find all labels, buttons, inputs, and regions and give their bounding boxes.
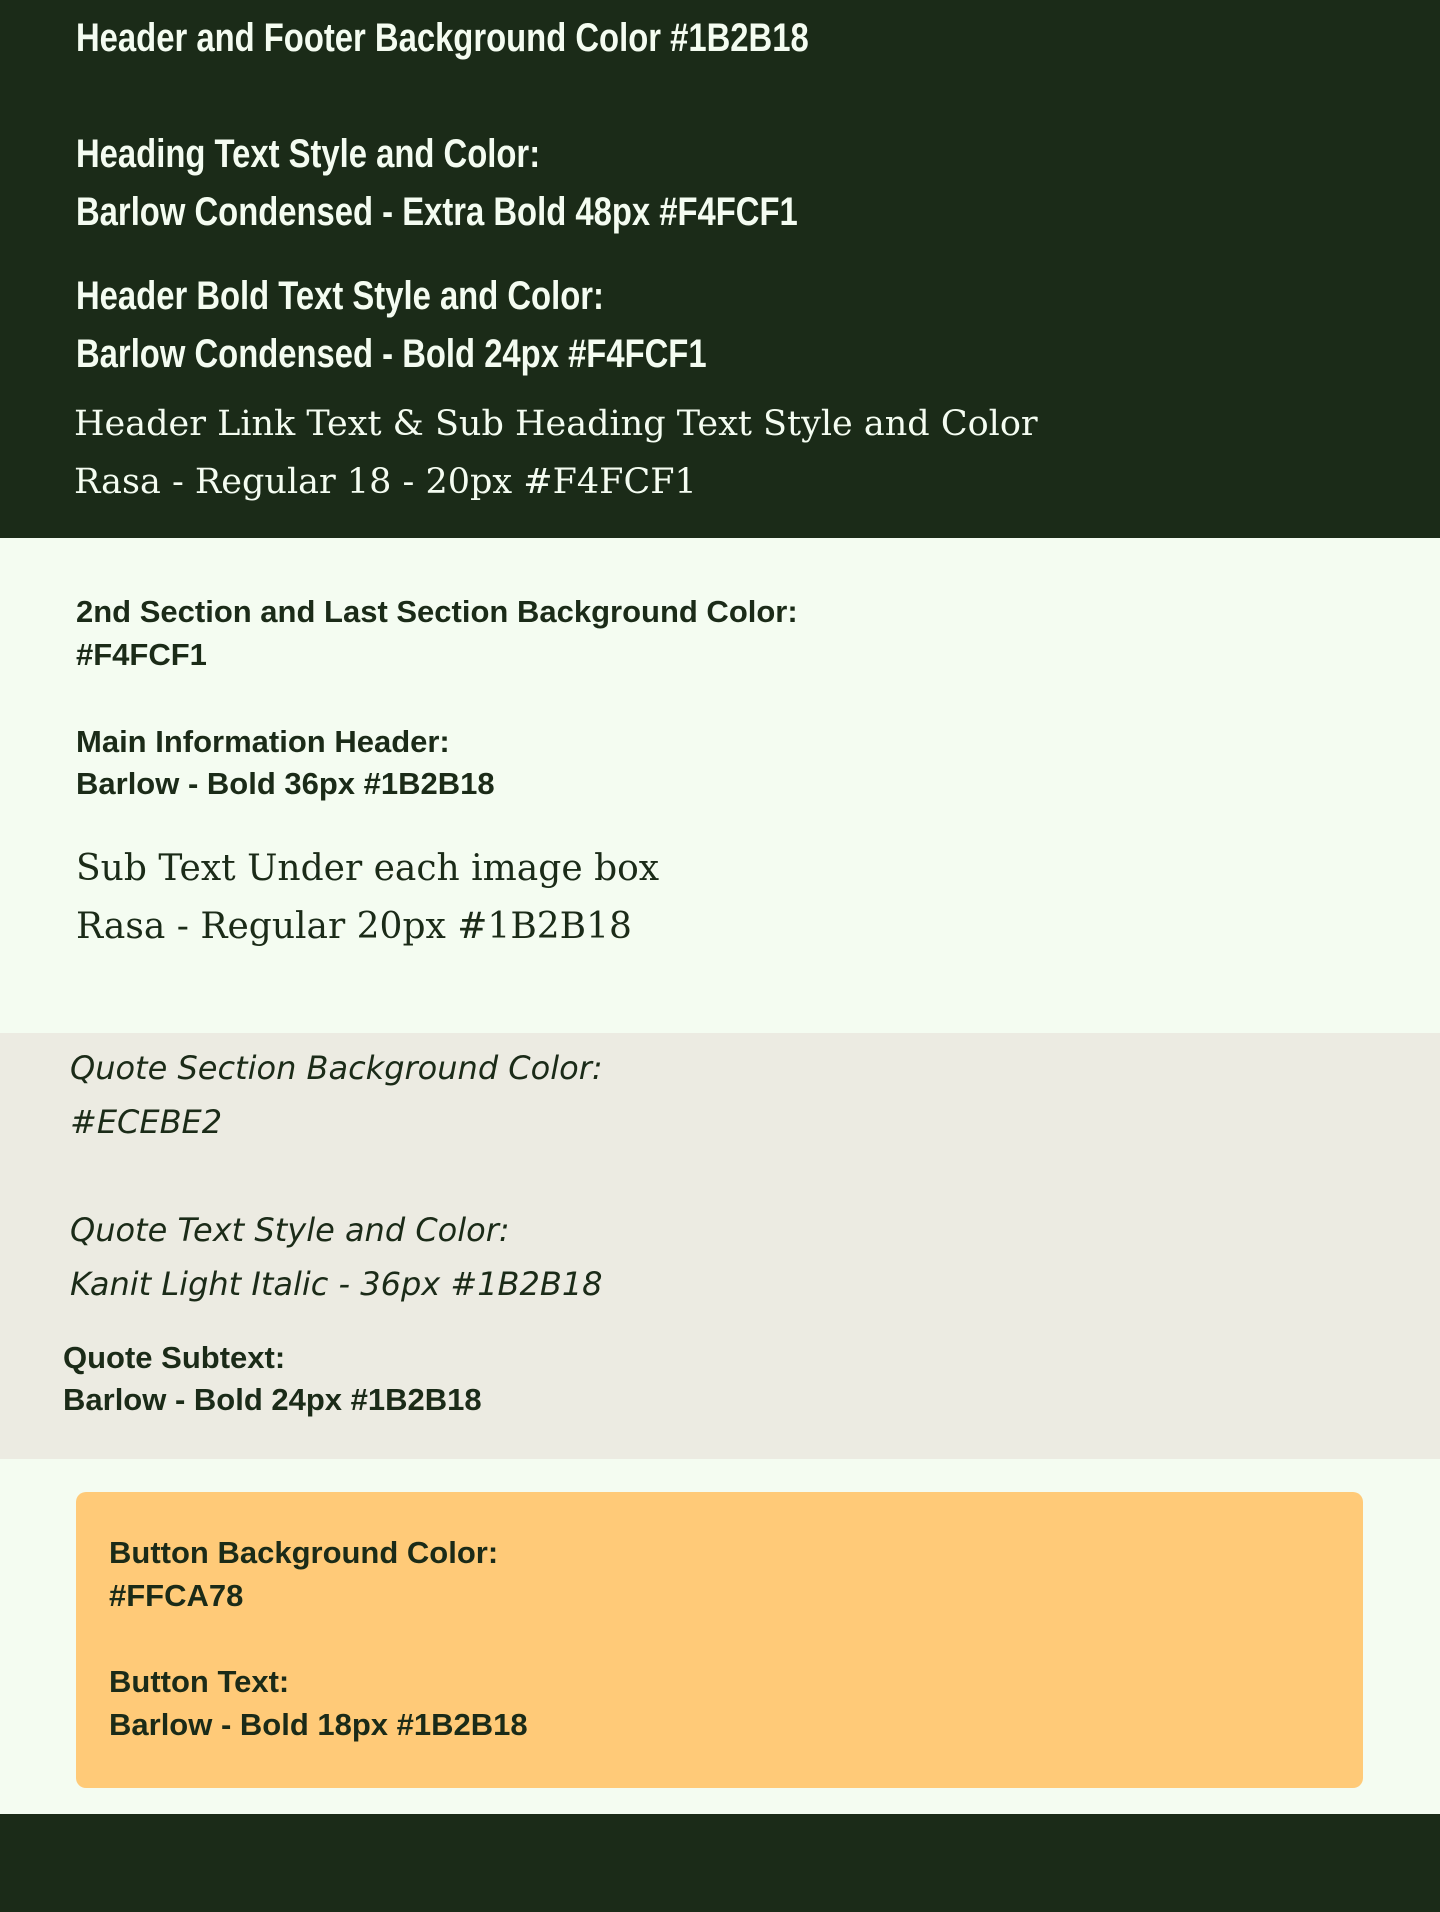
header-link-style-value: Rasa - Regular 18 - 20px #F4FCF1 xyxy=(74,462,697,502)
quote-subtext-label: Quote Subtext: xyxy=(63,1340,286,1375)
second-section: 2nd Section and Last Section Background … xyxy=(0,538,1440,1033)
sub-text-value: Rasa - Regular 20px #1B2B18 xyxy=(76,906,632,947)
quote-subtext-value: Barlow - Bold 24px #1B2B18 xyxy=(63,1382,482,1417)
section-bg-label: 2nd Section and Last Section Background … xyxy=(76,594,798,629)
header-bold-style-label: Header Bold Text Style and Color: xyxy=(76,274,604,318)
quote-bg-value: #ECEBE2 xyxy=(70,1103,223,1141)
quote-bg-label: Quote Section Background Color: xyxy=(70,1049,603,1087)
quote-text-label: Quote Text Style and Color: xyxy=(70,1211,510,1249)
button-sample[interactable]: Button Background Color: #FFCA78 Button … xyxy=(76,1492,1363,1788)
header-section: Header and Footer Background Color #1B2B… xyxy=(0,0,1440,538)
button-text-label: Button Text: xyxy=(109,1664,290,1699)
heading-style-label: Heading Text Style and Color: xyxy=(76,132,541,176)
main-header-value: Barlow - Bold 36px #1B2B18 xyxy=(76,766,495,801)
sub-text-label: Sub Text Under each image box xyxy=(76,848,660,889)
section-bg-value: #F4FCF1 xyxy=(76,637,207,672)
header-link-style-label: Header Link Text & Sub Heading Text Styl… xyxy=(74,404,1038,444)
footer xyxy=(0,1814,1440,1912)
header-bold-style-value: Barlow Condensed - Bold 24px #F4FCF1 xyxy=(76,332,707,376)
main-header-label: Main Information Header: xyxy=(76,724,450,759)
header-bg-color-text: Header and Footer Background Color #1B2B… xyxy=(76,16,809,60)
button-text-value: Barlow - Bold 18px #1B2B18 xyxy=(109,1707,528,1742)
quote-text-value: Kanit Light Italic - 36px #1B2B18 xyxy=(70,1265,603,1303)
button-bg-value: #FFCA78 xyxy=(109,1578,244,1613)
quote-section: Quote Section Background Color: #ECEBE2 … xyxy=(0,1033,1440,1459)
heading-style-value: Barlow Condensed - Extra Bold 48px #F4FC… xyxy=(76,190,798,234)
button-bg-label: Button Background Color: xyxy=(109,1535,499,1570)
last-section: Button Background Color: #FFCA78 Button … xyxy=(0,1459,1440,1814)
